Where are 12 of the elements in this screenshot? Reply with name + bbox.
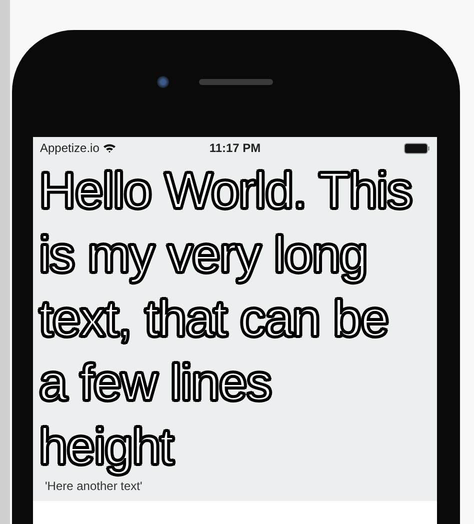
wifi-icon [103,143,116,153]
speaker-icon [199,78,273,84]
camera-icon [157,76,169,88]
heading-line: Hello World. This [39,161,412,221]
caption-text: 'Here another text' [45,479,144,493]
battery-icon [404,142,430,154]
heading-line: height [39,417,174,477]
heading-line: is my very long [39,225,368,285]
carrier-label: Appetize.io [40,141,100,155]
heading-line: a few lines [39,353,272,413]
clock-time: 11:17 PM [209,141,261,155]
heading-line: text, that can be [39,289,388,349]
